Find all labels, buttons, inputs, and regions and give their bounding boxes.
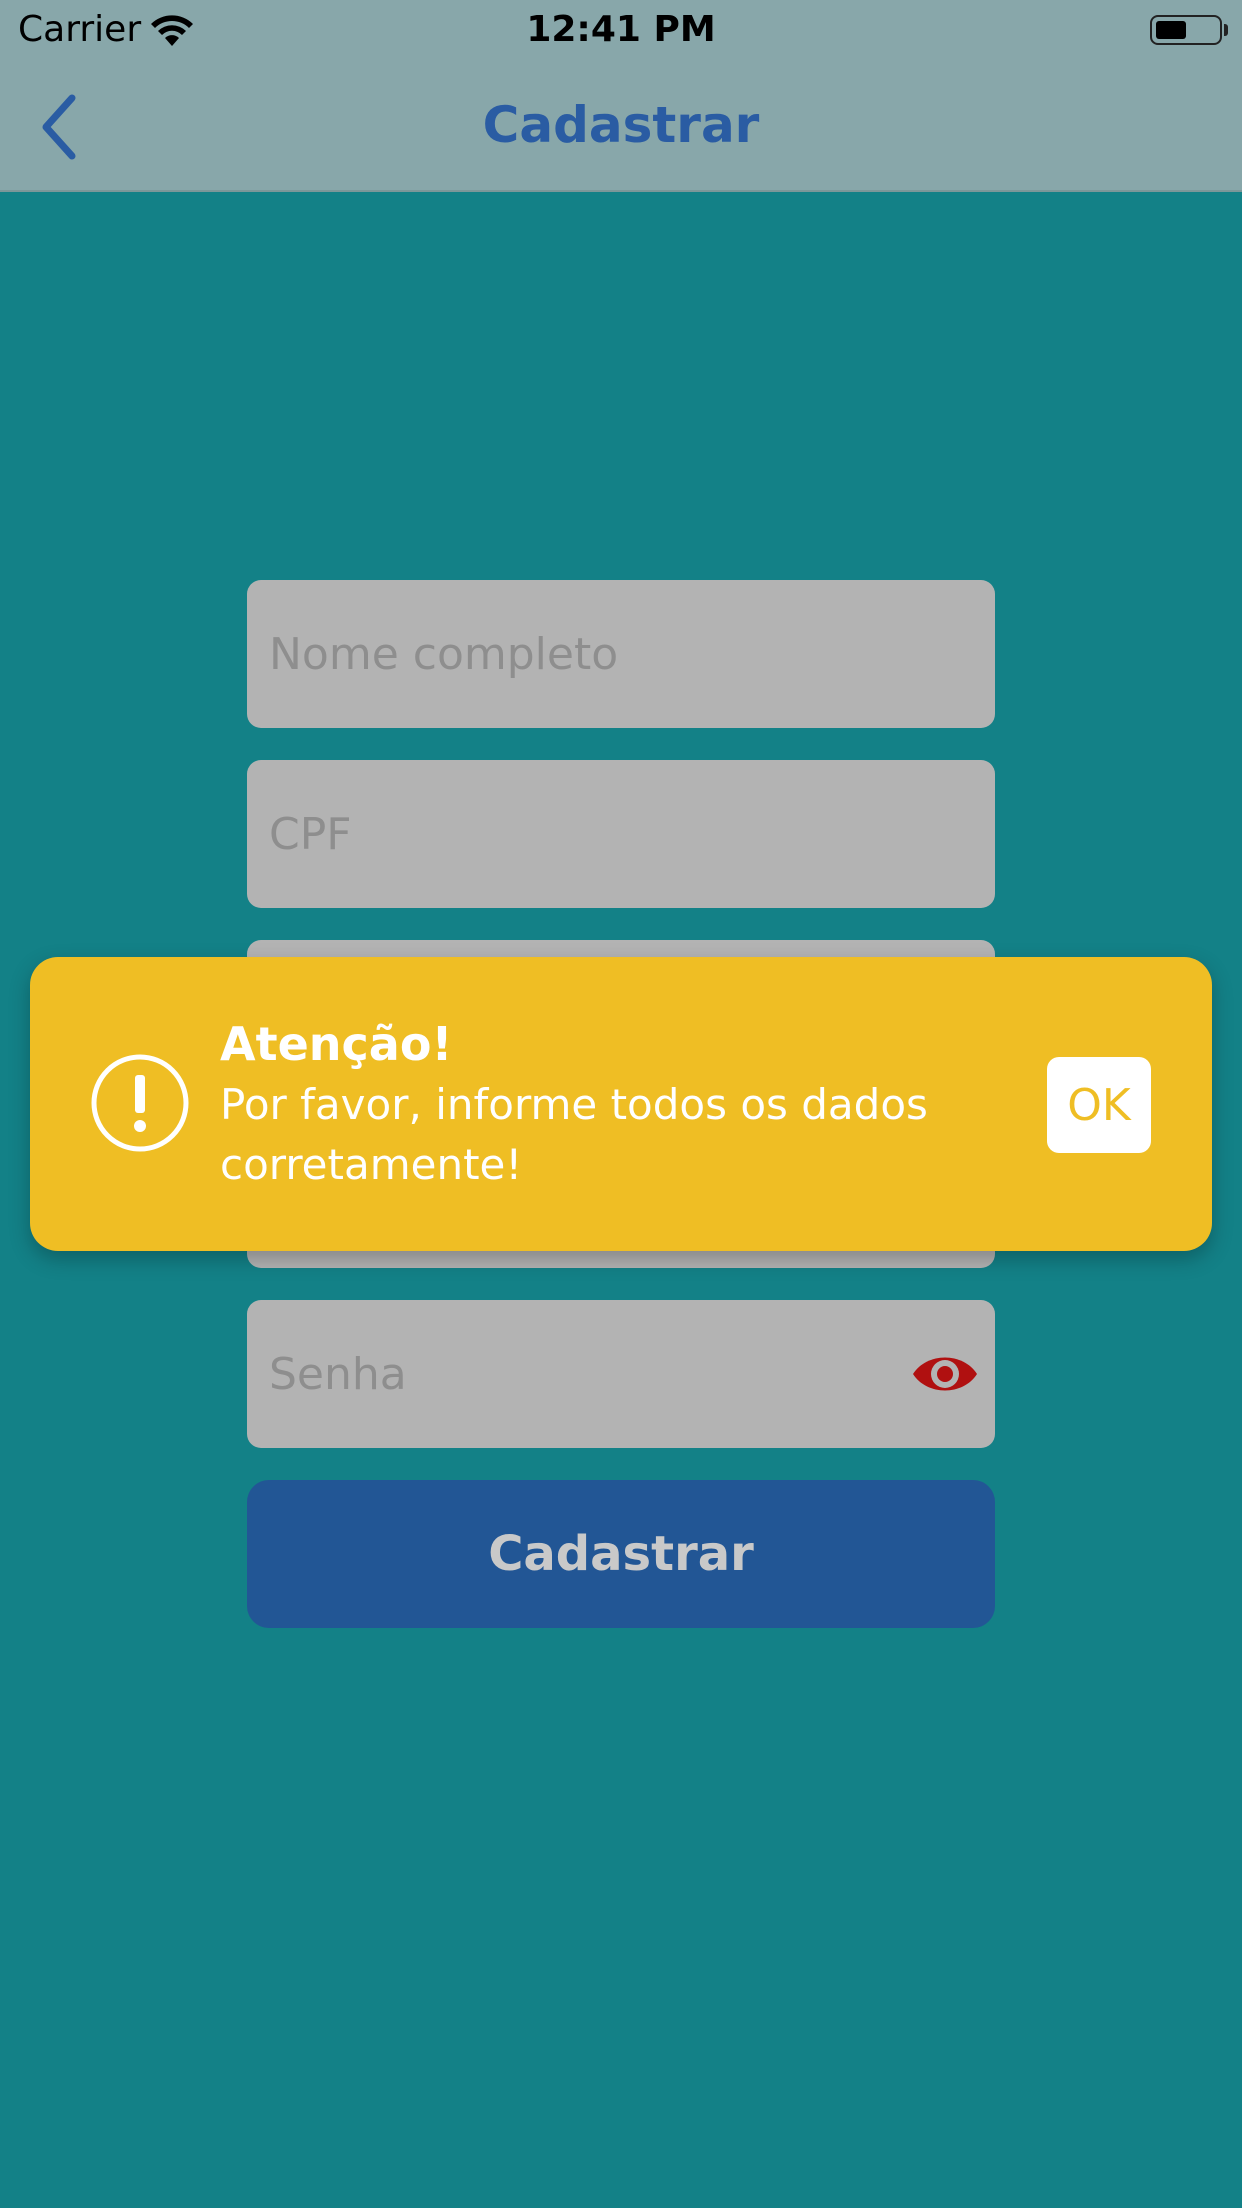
nome-completo-placeholder: Nome completo [269,628,619,680]
alert-ok-label: OK [1067,1079,1131,1131]
senha-placeholder: Senha [269,1348,407,1400]
battery-level [1156,21,1186,39]
battery-icon [1150,15,1222,45]
senha-field[interactable]: Senha [247,1300,995,1448]
navigation-bar: Cadastrar [0,60,1242,192]
cpf-field[interactable]: CPF [247,760,995,908]
status-bar: Carrier 12:41 PM [0,0,1242,60]
alert-ok-button[interactable]: OK [1047,1057,1151,1153]
alert-message: Por favor, informe todos os dados corret… [220,1080,928,1189]
cadastrar-button-label: Cadastrar [488,1526,754,1582]
chevron-left-icon [42,94,76,160]
alert-title: Atenção! [220,1017,453,1071]
eye-icon[interactable] [911,1344,979,1404]
back-button[interactable] [28,92,88,162]
battery-tip [1224,24,1228,36]
cadastrar-button[interactable]: Cadastrar [247,1480,995,1628]
alert-banner: Atenção! Por favor, informe todos os dad… [30,957,1212,1251]
status-time: 12:41 PM [526,9,716,50]
nome-completo-field[interactable]: Nome completo [247,580,995,728]
page-title: Cadastrar [482,96,760,154]
exclamation-circle-icon [91,1054,189,1152]
cpf-placeholder: CPF [269,808,352,860]
